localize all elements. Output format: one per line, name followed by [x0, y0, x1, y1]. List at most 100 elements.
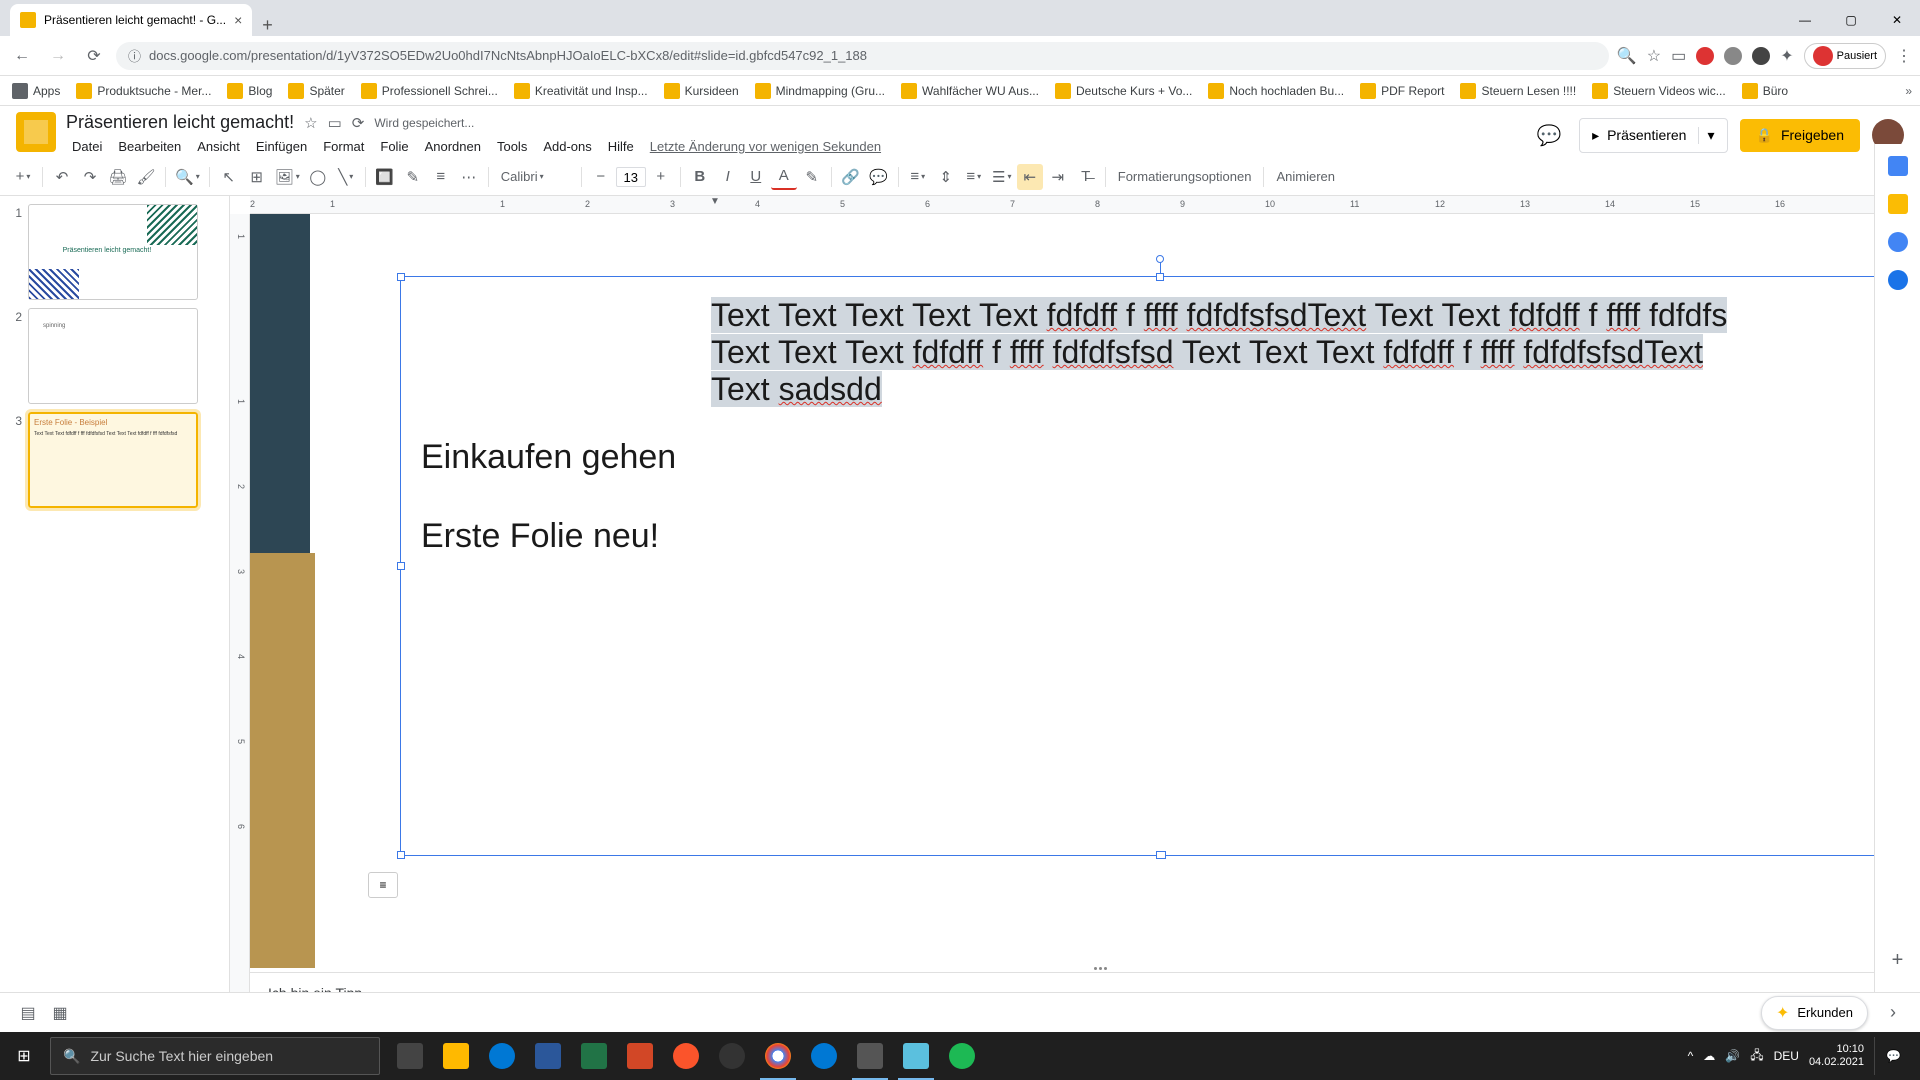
- shape-tool[interactable]: ◯: [305, 164, 331, 190]
- format-options-button[interactable]: Formatierungsoptionen: [1112, 169, 1258, 184]
- resize-handle[interactable]: [1156, 851, 1166, 859]
- language-indicator[interactable]: DEU: [1774, 1049, 1799, 1063]
- menu-icon[interactable]: ⋮: [1896, 46, 1912, 66]
- maximize-icon[interactable]: ▢: [1828, 4, 1874, 36]
- text-color-button[interactable]: A: [771, 164, 797, 190]
- thumbnail-2[interactable]: spinning: [28, 308, 198, 404]
- paint-format-button[interactable]: 🖌: [133, 164, 159, 190]
- select-tool[interactable]: ↖: [216, 164, 242, 190]
- profile-pause[interactable]: Pausiert: [1804, 43, 1886, 69]
- bookmark-item[interactable]: PDF Report: [1356, 80, 1448, 102]
- last-edit-link[interactable]: Letzte Änderung vor wenigen Sekunden: [644, 135, 887, 158]
- network-icon[interactable]: 🖧: [1750, 1046, 1763, 1067]
- italic-button[interactable]: I: [715, 164, 741, 190]
- bookmark-item[interactable]: Professionell Schrei...: [357, 80, 502, 102]
- bookmark-item[interactable]: Wahlfächer WU Aus...: [897, 80, 1043, 102]
- bookmark-item[interactable]: Später: [284, 80, 348, 102]
- resize-handle[interactable]: [397, 851, 405, 859]
- textbox-tool[interactable]: ⊞: [244, 164, 270, 190]
- document-title[interactable]: Präsentieren leicht gemacht!: [66, 112, 294, 133]
- obs-icon[interactable]: [710, 1032, 754, 1080]
- redo-button[interactable]: ↷: [77, 164, 103, 190]
- font-size-decrease[interactable]: −: [588, 164, 614, 190]
- browser-tab[interactable]: Präsentieren leicht gemacht! - G... ×: [10, 4, 252, 36]
- word-icon[interactable]: [526, 1032, 570, 1080]
- filmstrip-view-icon[interactable]: ▤: [12, 997, 44, 1029]
- menu-tools[interactable]: Tools: [491, 135, 533, 158]
- font-size-input[interactable]: 13: [616, 167, 646, 187]
- bulleted-list-button[interactable]: ☰: [989, 164, 1015, 190]
- excel-icon[interactable]: [572, 1032, 616, 1080]
- bold-button[interactable]: B: [687, 164, 713, 190]
- show-side-panel-icon[interactable]: ›: [1878, 998, 1908, 1028]
- bookmark-apps[interactable]: Apps: [8, 80, 64, 102]
- resize-handle[interactable]: [397, 273, 405, 281]
- forward-button[interactable]: →: [44, 42, 72, 70]
- add-addon-icon[interactable]: +: [1892, 949, 1904, 972]
- new-slide-button[interactable]: +: [10, 164, 36, 190]
- bookmark-item[interactable]: Mindmapping (Gru...: [751, 80, 889, 102]
- brave-icon[interactable]: [664, 1032, 708, 1080]
- minimize-icon[interactable]: —: [1782, 4, 1828, 36]
- menu-anordnen[interactable]: Anordnen: [419, 135, 487, 158]
- line-spacing-button[interactable]: ⇕: [933, 164, 959, 190]
- menu-bearbeiten[interactable]: Bearbeiten: [112, 135, 187, 158]
- menu-einfuegen[interactable]: Einfügen: [250, 135, 313, 158]
- menu-folie[interactable]: Folie: [374, 135, 414, 158]
- slide[interactable]: Text Text Text Text Text fdfdff f ffff f…: [250, 214, 1920, 968]
- share-button[interactable]: 🔒 Freigeben: [1740, 119, 1860, 152]
- bookmark-item[interactable]: Steuern Videos wic...: [1588, 80, 1730, 102]
- vertical-ruler[interactable]: 1 1 2 3 4 5 6: [230, 214, 250, 1028]
- undo-button[interactable]: ↶: [49, 164, 75, 190]
- notifications-icon[interactable]: 💬: [1874, 1037, 1912, 1075]
- windows-search[interactable]: 🔍 Zur Suche Text hier eingeben: [50, 1037, 380, 1075]
- menu-hilfe[interactable]: Hilfe: [602, 135, 640, 158]
- font-size-increase[interactable]: +: [648, 164, 674, 190]
- menu-datei[interactable]: Datei: [66, 135, 108, 158]
- bookmark-item[interactable]: Deutsche Kurs + Vo...: [1051, 80, 1196, 102]
- align-button[interactable]: ≡: [905, 164, 931, 190]
- keep-icon[interactable]: [1888, 194, 1908, 214]
- bookmark-item[interactable]: Büro: [1738, 80, 1792, 102]
- slides-logo-icon[interactable]: [16, 112, 56, 152]
- notes-drag-handle[interactable]: [1085, 967, 1115, 973]
- fill-color-button[interactable]: 🔲: [372, 164, 398, 190]
- calendar-icon[interactable]: [1888, 156, 1908, 176]
- clear-format-button[interactable]: T̶: [1073, 164, 1099, 190]
- bookmark-item[interactable]: Produktsuche - Mer...: [72, 80, 215, 102]
- clock[interactable]: 10:10 04.02.2021: [1809, 1043, 1864, 1069]
- reading-list-icon[interactable]: ▭: [1671, 46, 1686, 66]
- bookmark-item[interactable]: Kursideen: [660, 80, 743, 102]
- canvas[interactable]: 2 1 1 2 3 4 5 6 7 8 9 10 11 12 13 14 15 …: [230, 196, 1920, 1028]
- address-bar[interactable]: ⓘ docs.google.com/presentation/d/1yV372S…: [116, 42, 1609, 70]
- menu-format[interactable]: Format: [317, 135, 370, 158]
- textbox-selected[interactable]: Text Text Text Text Text fdfdff f ffff f…: [400, 276, 1920, 856]
- tasks-icon[interactable]: [1888, 232, 1908, 252]
- edge-legacy-icon[interactable]: [480, 1032, 524, 1080]
- text-content[interactable]: Text Text Text Text Text fdfdff f ffff f…: [401, 277, 1919, 576]
- autofit-widget[interactable]: ≡: [368, 872, 398, 898]
- border-dash-button[interactable]: ⋯: [456, 164, 482, 190]
- numbered-list-button[interactable]: ≡: [961, 164, 987, 190]
- indent-marker-icon[interactable]: [710, 196, 720, 208]
- explore-button[interactable]: ✦ Erkunden: [1761, 996, 1868, 1030]
- zoom-button[interactable]: 🔍: [172, 164, 203, 190]
- start-button[interactable]: ⊞: [0, 1032, 48, 1080]
- print-button[interactable]: 🖨: [105, 164, 131, 190]
- comment-button[interactable]: 💬: [866, 164, 892, 190]
- zoom-icon[interactable]: 🔍: [1617, 46, 1637, 66]
- volume-icon[interactable]: 🔊: [1725, 1049, 1740, 1063]
- edge-icon[interactable]: [802, 1032, 846, 1080]
- powerpoint-icon[interactable]: [618, 1032, 662, 1080]
- bookmark-star-icon[interactable]: ☆: [1647, 46, 1661, 66]
- menu-ansicht[interactable]: Ansicht: [191, 135, 246, 158]
- link-button[interactable]: 🔗: [838, 164, 864, 190]
- border-color-button[interactable]: ✎: [400, 164, 426, 190]
- line-tool[interactable]: ╲: [333, 164, 359, 190]
- thumbnail-3[interactable]: Erste Folie - Beispiel Text Text Text fd…: [28, 412, 198, 508]
- notepad-icon[interactable]: [894, 1032, 938, 1080]
- back-button[interactable]: ←: [8, 42, 36, 70]
- bookmark-item[interactable]: Blog: [223, 80, 276, 102]
- file-explorer-icon[interactable]: [434, 1032, 478, 1080]
- present-dropdown-icon[interactable]: ▾: [1698, 127, 1714, 144]
